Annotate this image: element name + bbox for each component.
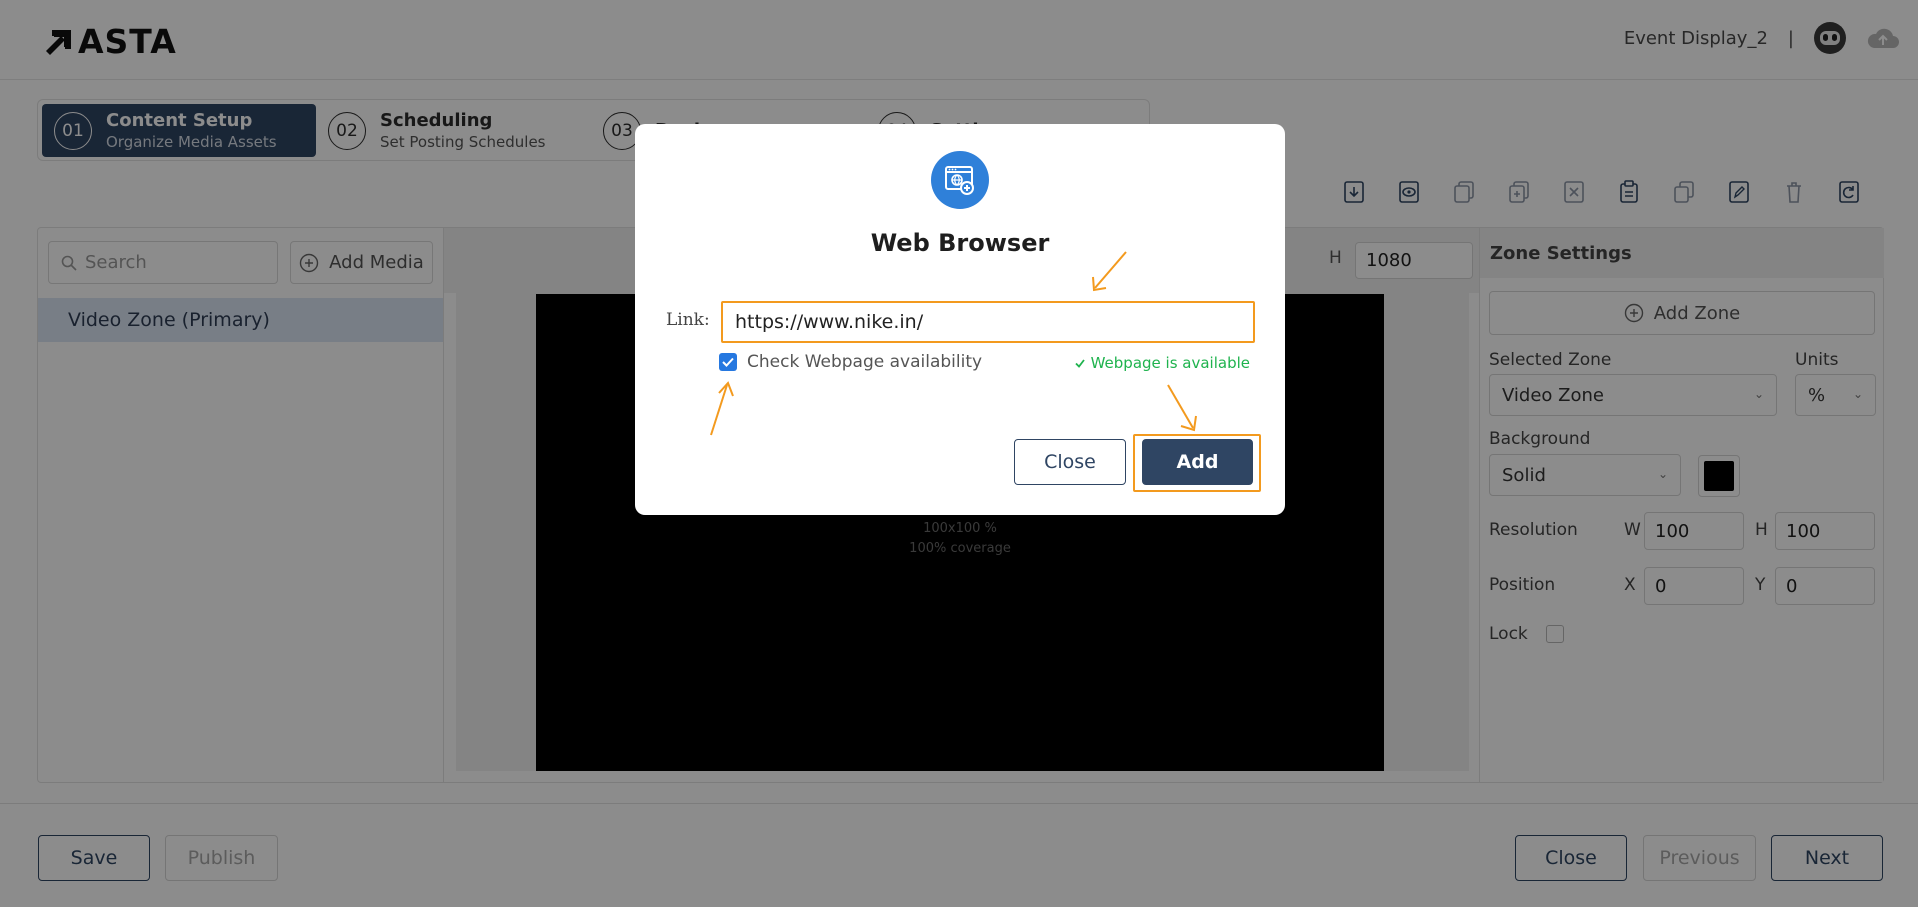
check-availability-label: Check Webpage availability xyxy=(747,352,983,372)
link-label: Link: xyxy=(666,310,710,330)
dialog-close-button[interactable]: Close xyxy=(1014,439,1126,485)
annotation-arrow-link xyxy=(1092,251,1127,292)
availability-status: Webpage is available xyxy=(1074,354,1250,372)
web-browser-icon xyxy=(931,151,989,209)
annotation-arrow-checkbox xyxy=(710,381,734,436)
dialog-add-button[interactable]: Add xyxy=(1142,439,1253,485)
check-availability-row[interactable]: Check Webpage availability xyxy=(719,352,982,372)
availability-text: Webpage is available xyxy=(1090,354,1250,372)
check-availability-checkbox[interactable] xyxy=(719,353,737,371)
annotation-arrow-add xyxy=(1167,384,1197,432)
link-input[interactable]: https://www.nike.in/ xyxy=(721,301,1255,343)
checkmark-icon xyxy=(722,357,734,367)
dialog-title: Web Browser xyxy=(870,229,1050,257)
web-browser-dialog: Web Browser Link: https://www.nike.in/ C… xyxy=(635,124,1285,515)
success-check-icon xyxy=(1074,358,1085,368)
